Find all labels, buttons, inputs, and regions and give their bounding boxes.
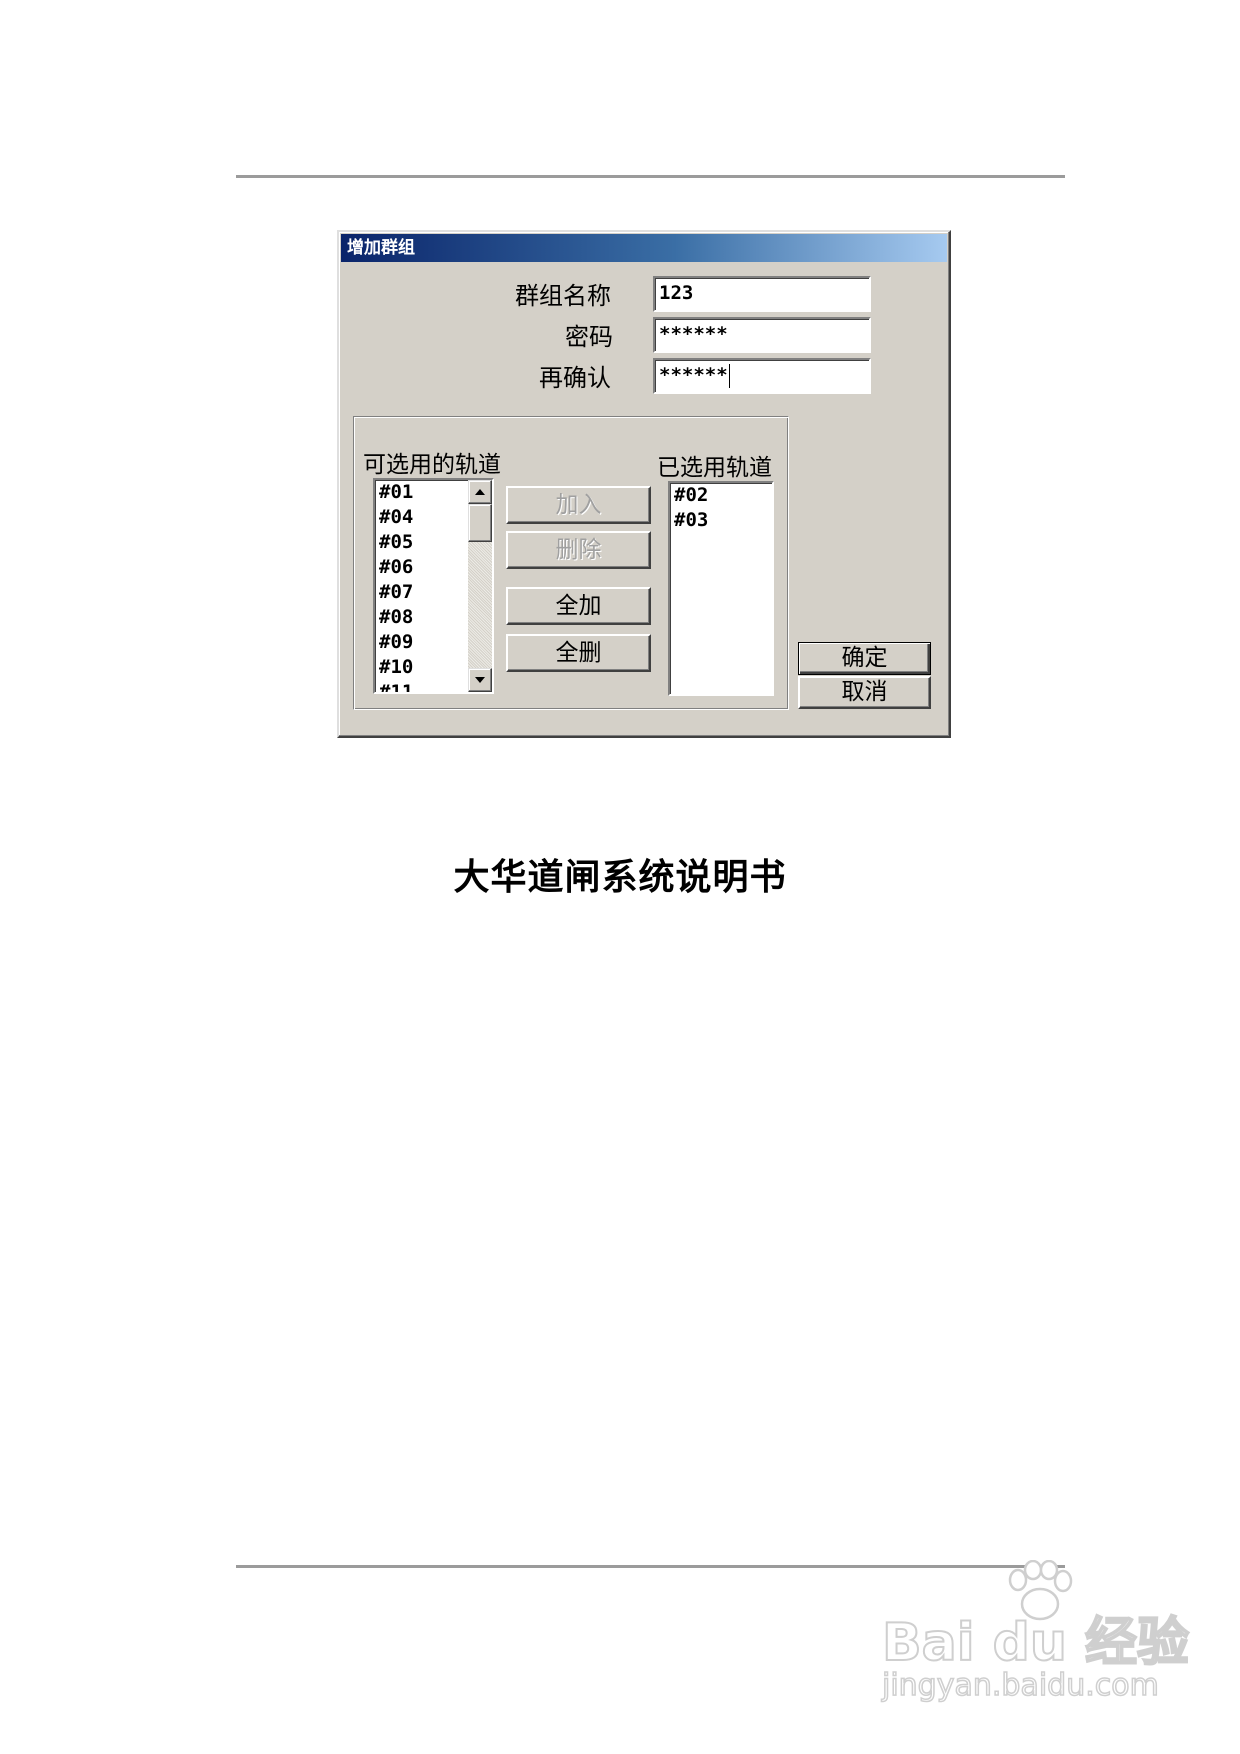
ok-button[interactable]: 确定 [798,642,931,675]
scroll-down-button[interactable] [468,668,492,692]
list-item[interactable]: #10 [375,655,468,680]
baidu-jingyan-watermark: Bai du 经验 jingyan.baidu.com [876,1560,1190,1710]
remove-button[interactable]: 删除 [506,531,651,569]
remove-all-button[interactable]: 全删 [506,634,651,672]
available-tracks-scrollbar[interactable] [468,480,492,692]
list-item[interactable]: #06 [375,555,468,580]
list-item[interactable]: #11 [375,680,468,692]
selected-tracks-label: 已选用轨道 [657,455,772,481]
scroll-thumb[interactable] [468,504,492,542]
confirm-password-field[interactable]: ****** [653,358,871,394]
watermark-brand: Bai du 经验 [881,1612,1190,1674]
available-tracks-label: 可选用的轨道 [363,452,501,478]
scroll-up-button[interactable] [468,480,492,504]
group-name-field[interactable]: 123 [653,276,871,312]
arrow-down-icon [475,677,485,683]
list-item[interactable]: #07 [375,580,468,605]
cancel-button[interactable]: 取消 [798,676,931,709]
list-item[interactable]: #01 [375,480,468,505]
dialog-titlebar: 增加群组 [341,234,947,262]
password-field[interactable]: ****** [653,317,871,353]
list-item[interactable]: #08 [375,605,468,630]
add-button[interactable]: 加入 [506,486,651,524]
list-item[interactable]: #05 [375,530,468,555]
list-item[interactable]: #03 [670,508,772,533]
dialog-title: 增加群组 [347,238,415,258]
document-title: 大华道闸系统说明书 [453,857,787,898]
list-item[interactable]: #09 [375,630,468,655]
add-all-button[interactable]: 全加 [506,587,651,625]
text-caret [728,363,730,388]
watermark-url: jingyan.baidu.com [881,1667,1159,1704]
selected-tracks-list[interactable]: #02 #03 [668,481,774,696]
list-item[interactable]: #02 [670,483,772,508]
top-rule [236,175,1065,178]
confirm-password-label: 再确认 [539,364,611,392]
add-group-dialog: 增加群组 群组名称 123 密码 ****** 再确认 ****** 可选用的轨… [337,230,951,738]
list-item[interactable]: #04 [375,505,468,530]
group-name-label: 群组名称 [515,282,611,310]
available-tracks-list[interactable]: #01 #04 #05 #06 #07 #08 #09 #10 #11 [373,478,494,694]
arrow-up-icon [475,489,485,495]
password-label: 密码 [565,323,613,351]
